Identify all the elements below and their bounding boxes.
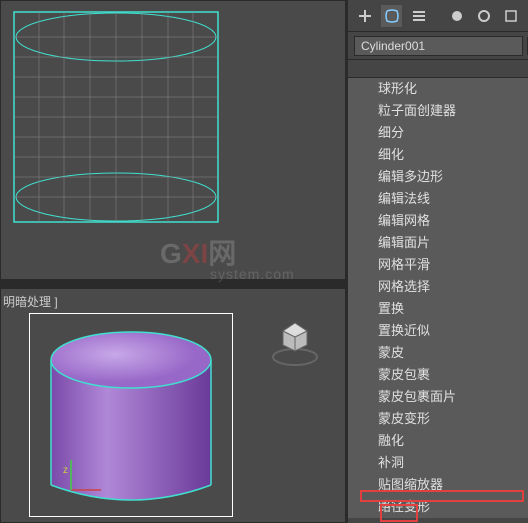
modifier-item[interactable]: 贴图缩放器 [348, 474, 528, 496]
modifier-item[interactable]: 蒙皮包裹 [348, 364, 528, 386]
command-panel: 球形化 粒子面创建器 细分 细化 编辑多边形 编辑法线 编辑网格 编辑面片 网格… [346, 0, 528, 523]
wireframe-grid [13, 11, 219, 223]
modifier-item[interactable]: 置换近似 [348, 320, 528, 342]
viewport-top[interactable] [0, 0, 346, 280]
modifier-item[interactable]: 细化 [348, 144, 528, 166]
modifier-item[interactable]: 编辑多边形 [348, 166, 528, 188]
viewport-perspective[interactable]: 明暗处理 ] [0, 288, 346, 523]
utilities-tab-icon[interactable] [501, 5, 522, 27]
modifier-item[interactable]: 细分 [348, 122, 528, 144]
shading-mode-label[interactable]: 明暗处理 ] [3, 293, 58, 310]
modifier-item[interactable]: 粒子面创建器 [348, 100, 528, 122]
modifier-item[interactable]: 编辑法线 [348, 188, 528, 210]
modifier-item[interactable]: 蒙皮变形 [348, 408, 528, 430]
cylinder-object[interactable]: z [31, 315, 231, 515]
display-tab-icon[interactable] [474, 5, 495, 27]
viewports-area: 明暗处理 ] [0, 0, 346, 523]
svg-text:z: z [63, 465, 68, 476]
modifier-item[interactable]: 蒙皮 [348, 342, 528, 364]
modifier-item[interactable]: 网格平滑 [348, 254, 528, 276]
modifier-item[interactable]: 蒙皮包裹面片 [348, 386, 528, 408]
object-name-input[interactable] [354, 36, 523, 56]
viewcube[interactable] [265, 309, 325, 369]
modify-tab-icon[interactable] [381, 5, 402, 27]
panel-tabs [348, 0, 528, 32]
modifier-list-header[interactable] [348, 60, 528, 78]
viewport-divider[interactable] [0, 280, 346, 288]
modifier-dropdown-list[interactable]: 球形化 粒子面创建器 细分 细化 编辑多边形 编辑法线 编辑网格 编辑面片 网格… [348, 78, 528, 518]
hierarchy-tab-icon[interactable] [408, 5, 429, 27]
modifier-item[interactable]: 球形化 [348, 78, 528, 100]
modifier-item[interactable]: 置换 [348, 298, 528, 320]
object-name-row [348, 32, 528, 60]
modifier-item[interactable]: 网格选择 [348, 276, 528, 298]
modifier-item[interactable]: 补洞 [348, 452, 528, 474]
modifier-item[interactable]: 编辑网格 [348, 210, 528, 232]
modifier-item[interactable]: 融化 [348, 430, 528, 452]
modifier-item[interactable]: 路径变形 [348, 496, 528, 518]
motion-tab-icon[interactable] [447, 5, 468, 27]
create-tab-icon[interactable] [354, 5, 375, 27]
modifier-item[interactable]: 编辑面片 [348, 232, 528, 254]
